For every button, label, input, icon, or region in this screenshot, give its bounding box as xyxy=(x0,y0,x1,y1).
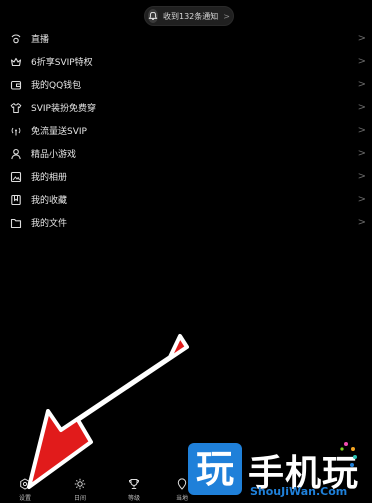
chevron-right-icon: > xyxy=(357,217,366,228)
menu-item-free-data[interactable]: 免流量送SVIP > xyxy=(0,119,372,142)
chevron-right-icon: > xyxy=(357,33,366,44)
chevron-right-icon: > xyxy=(357,79,366,90)
menu-item-label: 我的文件 xyxy=(31,219,68,229)
chevron-right-icon: > xyxy=(357,56,366,67)
notification-pill[interactable]: 收到132条通知 > xyxy=(144,6,234,26)
watermark-url: ShouJiWan.Com xyxy=(250,485,348,498)
bell-icon xyxy=(148,9,158,23)
menu-item-svip-discount[interactable]: 6折享SVIP特权 > xyxy=(0,50,372,73)
chevron-right-icon: > xyxy=(357,102,366,113)
menu-item-label: SVIP装扮免费穿 xyxy=(31,104,96,114)
shirt-icon xyxy=(9,101,22,114)
wallet-icon xyxy=(9,78,22,91)
tab-label: 日间 xyxy=(73,495,86,502)
tab-label: 等级 xyxy=(127,495,140,502)
game-icon xyxy=(9,147,22,160)
watermark-dots xyxy=(340,442,357,467)
chevron-right-icon: > xyxy=(357,194,366,205)
notification-pill-text: 收到132条通知 xyxy=(163,11,219,21)
folder-icon xyxy=(9,216,22,229)
menu-item-album[interactable]: 我的相册 > xyxy=(0,165,372,188)
crown-icon xyxy=(9,55,22,68)
menu-item-mini-games[interactable]: 精品小游戏 > xyxy=(0,142,372,165)
menu-item-label: 精品小游戏 xyxy=(31,150,77,160)
watermark-logo: 玩 手机玩 ShouJiWan.Com xyxy=(188,440,368,500)
tab-label: 当地 xyxy=(175,495,188,502)
settings-icon xyxy=(19,478,31,490)
live-icon xyxy=(9,32,22,45)
sun-icon xyxy=(74,478,86,490)
notification-badge xyxy=(33,475,38,480)
menu-item-wallet[interactable]: 我的QQ钱包 > xyxy=(0,73,372,96)
menu-item-files[interactable]: 我的文件 > xyxy=(0,211,372,234)
tab-settings[interactable]: 设置 xyxy=(5,468,45,503)
location-icon xyxy=(176,478,188,490)
menu-item-label: 我的相册 xyxy=(31,173,68,183)
menu-item-label: 6折享SVIP特权 xyxy=(31,58,93,68)
menu-item-label: 免流量送SVIP xyxy=(31,127,87,137)
level-icon xyxy=(128,478,140,490)
menu-item-label: 我的收藏 xyxy=(31,196,68,206)
watermark-glyph: 玩 xyxy=(195,447,234,491)
menu-item-live[interactable]: 直播 > xyxy=(0,27,372,50)
signal-icon xyxy=(9,124,22,137)
menu-item-label: 直播 xyxy=(31,35,50,45)
chevron-right-icon: > xyxy=(357,171,366,182)
side-menu: 直播 > 6折享SVIP特权 > 我的QQ钱包 > SVIP装扮免费穿 > 免流… xyxy=(0,27,372,234)
tab-day-mode[interactable]: 日间 xyxy=(60,468,100,503)
menu-item-favorites[interactable]: 我的收藏 > xyxy=(0,188,372,211)
chevron-right-icon: > xyxy=(357,148,366,159)
watermark-badge: 玩 xyxy=(188,443,242,495)
chevron-right-icon: > xyxy=(223,11,230,21)
bookmark-icon xyxy=(9,193,22,206)
menu-item-svip-outfit[interactable]: SVIP装扮免费穿 > xyxy=(0,96,372,119)
menu-item-label: 我的QQ钱包 xyxy=(31,81,82,91)
photo-icon xyxy=(9,170,22,183)
tab-label: 设置 xyxy=(18,495,31,502)
chevron-right-icon: > xyxy=(357,125,366,136)
tab-level[interactable]: 等级 xyxy=(114,468,154,503)
